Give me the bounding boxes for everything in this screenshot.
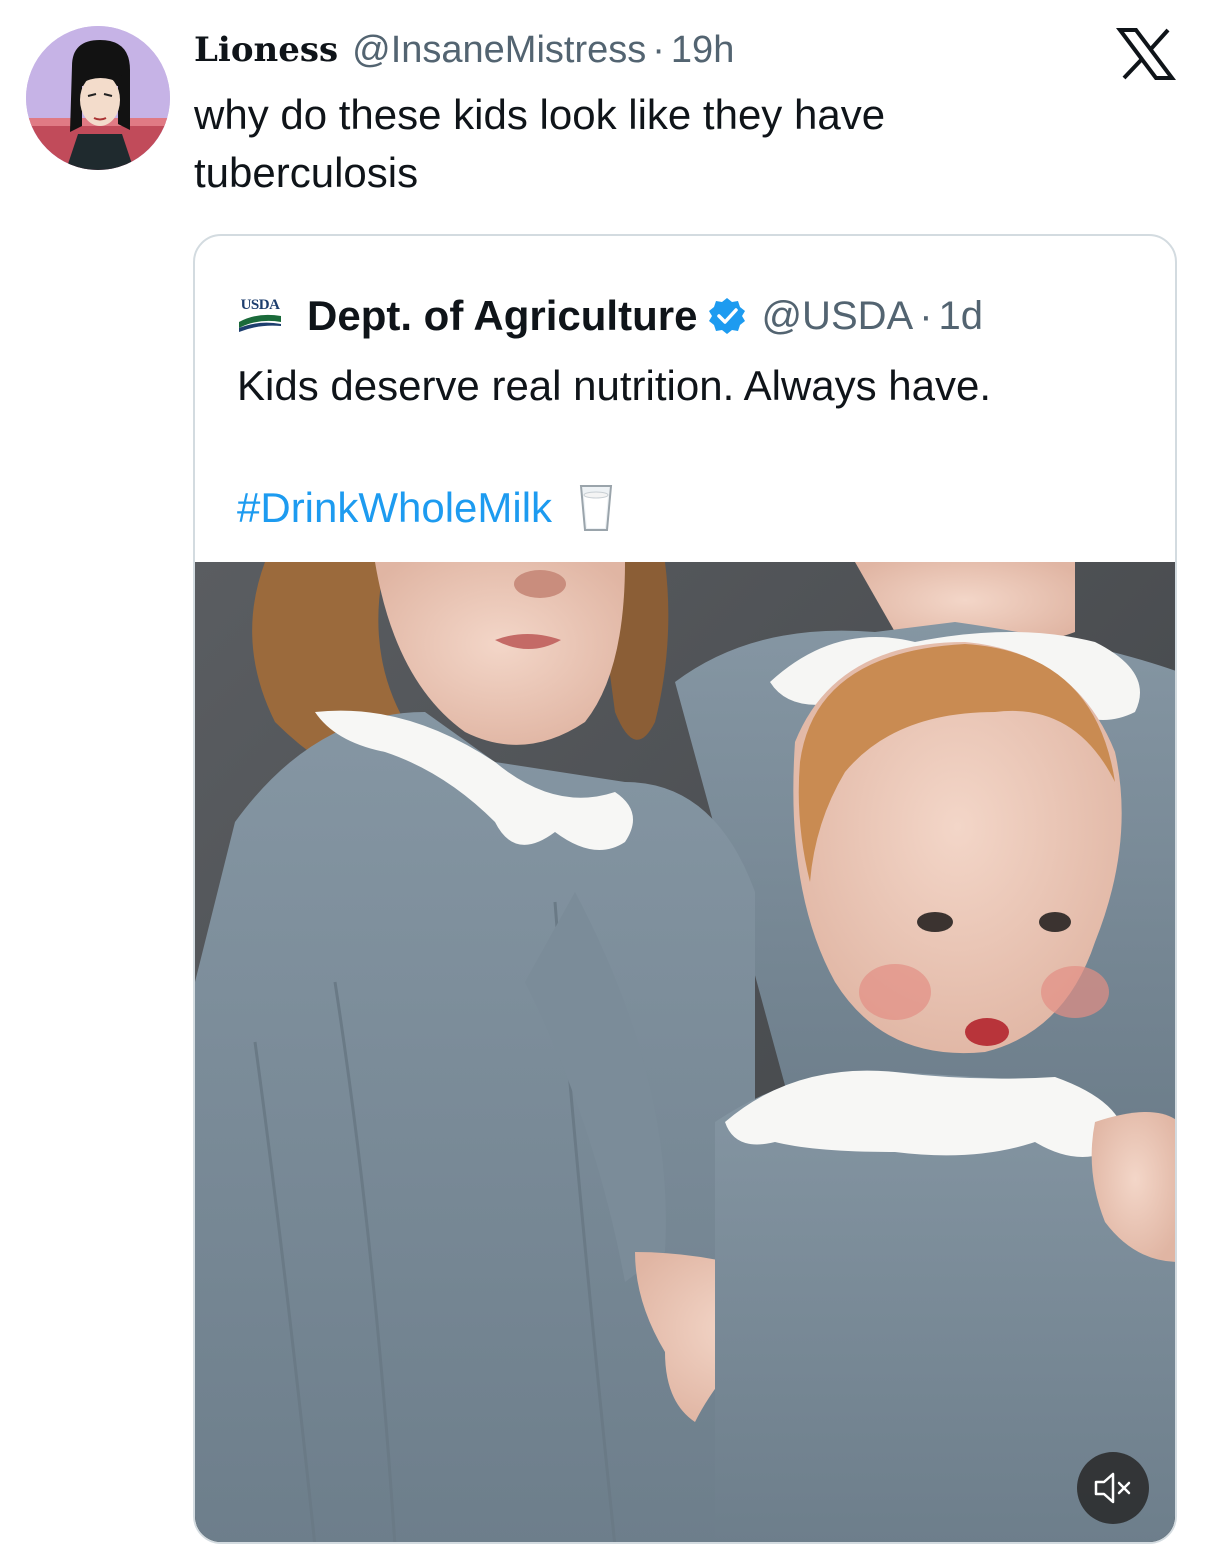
quoted-tweet-text: Kids deserve real nutrition. Always have…	[237, 362, 992, 409]
x-logo-icon	[1116, 28, 1176, 80]
quoted-tweet-card[interactable]: USDA Dept. of Agriculture @USDA · 1d Kid…	[193, 234, 1177, 1544]
quoted-timestamp[interactable]: 1d	[939, 294, 984, 339]
speaker-muted-icon	[1094, 1472, 1131, 1504]
quoted-display-name[interactable]: Dept. of Agriculture	[307, 292, 697, 340]
avatar-illustration	[26, 26, 170, 170]
quoted-tweet-media[interactable]	[195, 562, 1175, 1542]
usda-logo-icon: USDA	[237, 298, 283, 334]
hashtag-link[interactable]: #DrinkWholeMilk	[237, 484, 552, 532]
mute-toggle-button[interactable]	[1077, 1452, 1149, 1524]
header-separator: ·	[652, 28, 665, 71]
glass-of-milk-icon	[579, 485, 613, 531]
quoted-tweet-header: USDA Dept. of Agriculture @USDA · 1d	[237, 288, 983, 344]
quoted-hashtag-line: #DrinkWholeMilk	[237, 480, 614, 536]
tweet-header: Lioness @InsaneMistress · 19h	[194, 22, 734, 78]
author-avatar[interactable]	[26, 26, 170, 170]
quoted-header-separator: ·	[919, 293, 933, 338]
tweet-timestamp[interactable]: 19h	[671, 29, 734, 72]
tweet-text: why do these kids look like they have tu…	[194, 91, 886, 196]
author-display-name[interactable]: Lioness	[194, 30, 338, 70]
verified-badge-icon	[709, 298, 746, 334]
author-handle[interactable]: @InsaneMistress	[352, 29, 646, 72]
media-image-children	[195, 562, 1175, 1542]
usda-logo-swoosh	[239, 314, 281, 332]
quoted-handle[interactable]: @USDA	[761, 294, 913, 339]
